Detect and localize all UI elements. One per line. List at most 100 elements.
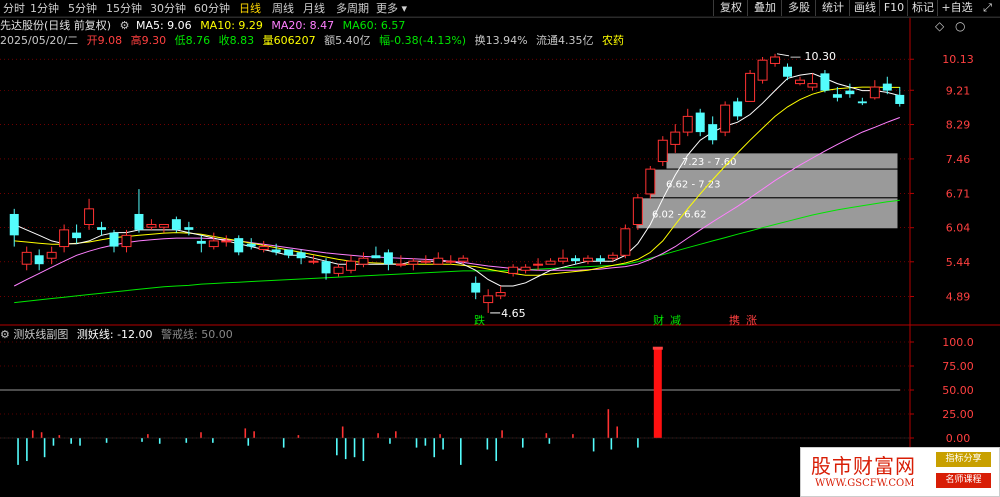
candle-body [333,266,344,274]
candle-body [358,257,369,265]
candle-body [296,252,306,259]
volume-bar [424,438,427,446]
candle-body [345,260,356,271]
volume-bar [344,438,347,460]
sub-settings-icon[interactable]: ⚙ [0,328,10,341]
candle-body [570,258,580,262]
sub-chart-legend: ⚙ 测妖线副图 测妖线: -12.00 警戒线: 50.00 [0,328,238,342]
candle-body [869,86,880,99]
quote-high: 高9.30 [130,34,167,47]
volume-bar [43,438,46,458]
ma-legend: 先达股份(日线 前复权) ⚙ MA5: 9.06 MA10: 9.29 MA20… [0,18,410,33]
volume-bar [610,438,613,450]
candle-body [34,255,44,265]
candle-body [146,223,157,228]
zone-label: 6.62 - 7.23 [666,179,721,190]
candle-body [545,260,556,265]
y-tick-label: 6.04 [946,222,971,235]
quote-turnover: 换13.94% [474,34,528,47]
candle-body [184,227,194,230]
volume-bar [521,438,524,448]
y-tick-label: 4.89 [946,291,971,304]
ma60-value: MA60: 6.57 [342,19,406,32]
sub-y-tick-label: 100.0 [942,336,974,349]
candle-body [109,232,119,247]
volume-bar [353,438,356,458]
candle-body [645,168,656,195]
candle-body [97,227,107,230]
low-label: 4.65 [501,307,526,320]
y-tick-label: 7.46 [946,153,971,166]
candle-body [558,257,569,262]
zone-label: 6.02 - 6.62 [652,209,707,220]
volume-bar [31,430,34,438]
quote-low: 低8.76 [174,34,211,47]
volume-bar [389,438,391,444]
candle-body [495,292,506,297]
volume-bar [442,438,444,450]
volume-bar [592,438,595,452]
candle-body [708,124,718,141]
candle-body [134,213,144,230]
y-tick-label: 8.29 [946,119,971,132]
candle-body [620,228,631,256]
candle-body [607,254,618,259]
event-marker: 携 [729,313,740,327]
quote-change: 幅-0.38(-4.13%) [379,34,467,47]
candle-body [234,238,244,253]
candle-body [657,139,668,163]
candle-body [520,266,531,271]
volume-bar [141,438,143,442]
volume-bar [158,438,161,444]
candle-body [533,263,544,266]
volume-bar [336,438,338,456]
candle-body [383,252,393,265]
volume-bar [105,438,108,443]
sub-line-value: 测妖线: -12.00 [76,328,153,341]
sub-chart-title: 测妖线副图 [13,328,69,341]
volume-bar [377,433,379,438]
candle-body [59,229,70,248]
signal-spike-cap [652,346,663,350]
settings-icon[interactable]: ⚙ [120,19,130,32]
sub-y-tick-label: 50.00 [942,384,974,397]
candle-body [770,56,781,64]
candle-body [757,59,768,81]
volume-bar [58,435,61,438]
candle-body [745,72,756,102]
candle-body [371,255,381,259]
volume-bar [495,438,498,462]
candle-body [408,260,419,265]
event-marker: 减 [670,314,681,327]
candle-body [720,104,731,133]
event-marker: 涨 [746,314,757,327]
candle-body [670,131,681,145]
kline-chart: 10.139.218.297.466.716.045.444.89◇ ○7.23 … [0,16,1000,497]
high-pointer [776,53,790,57]
quote-date: 2025/05/20/二 [0,34,79,47]
candle-body [695,112,705,133]
volume-bar [52,438,55,446]
candle-body [483,295,494,304]
watermark-tag-1: 指标分享 [936,452,991,467]
ma5-value: MA5: 9.06 [135,19,192,32]
candle-body [196,240,206,244]
y-tick-label: 10.13 [942,53,974,66]
volume-bar [26,438,28,462]
volume-bar [545,433,548,438]
quote-close: 收8.83 [218,34,255,47]
candle-body [271,249,281,253]
volume-bar [341,426,344,438]
watermark-url: WWW.GSCFW.COM [815,478,915,489]
candle-body [246,243,256,247]
watermark-title: 股市财富网 [811,454,916,478]
candle-body [820,73,830,91]
candle-body [46,251,57,259]
candle-body [395,263,406,266]
volume-bar [212,438,214,443]
candle-body [84,208,95,225]
volume-bar [548,438,551,444]
candle-body [321,261,331,274]
volume-bar [415,438,418,448]
watermark-tag-2: 名师课程 [936,473,991,488]
